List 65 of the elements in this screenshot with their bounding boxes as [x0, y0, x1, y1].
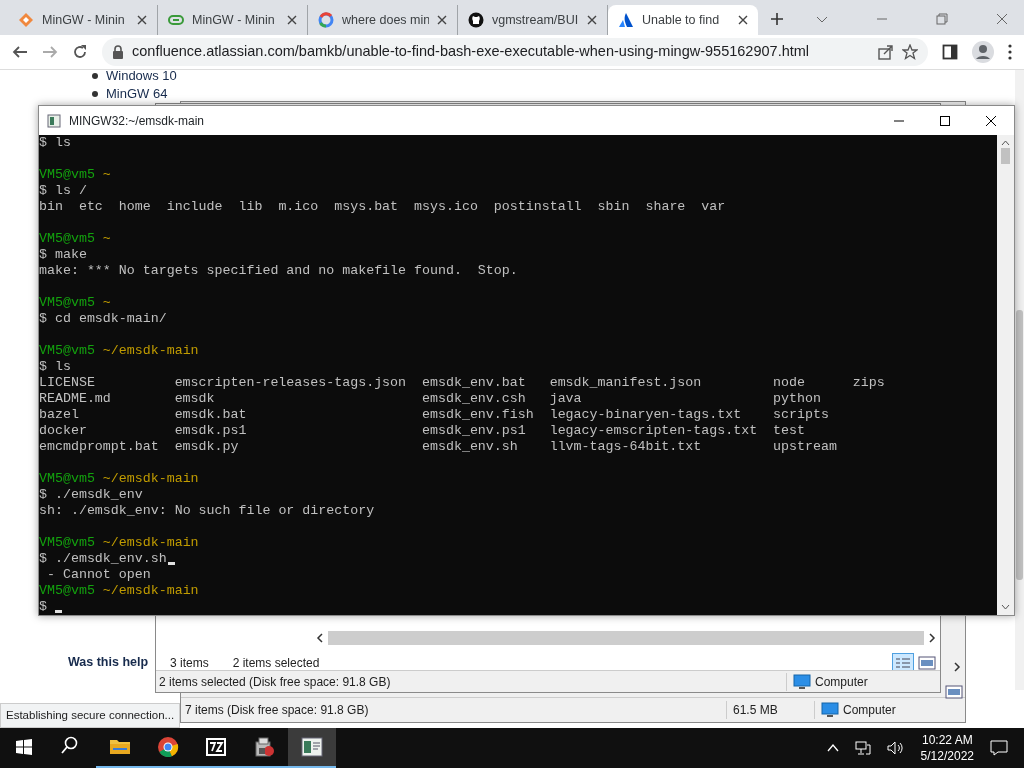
file-name: emsdk_env.sh [422, 439, 519, 455]
file-name: emsdk [174, 391, 216, 407]
status-text: 7 items (Disk free space: 91.8 GB) [184, 702, 370, 719]
command-text: $ cd emsdk-main/ [39, 311, 167, 327]
window-title: MINGW32:~/emsdk-main [69, 112, 205, 130]
prompt-text: VM5@vm5 ~ [39, 167, 111, 183]
file-name: bazel [39, 407, 80, 423]
prompt-text: VM5@vm5 ~ [39, 295, 111, 311]
file-name: README.md [39, 391, 112, 407]
file-name: llvm-tags-64bit.txt [549, 439, 703, 455]
command-text: $ [39, 599, 47, 615]
file-name: emsdk_env.fish [422, 407, 535, 423]
location-text: Computer [843, 702, 896, 719]
file-name: emsdk_env.csh [422, 391, 527, 407]
file-name: emsdk.bat [174, 407, 248, 423]
file-name: node [773, 375, 806, 391]
command-text: $ ./emsdk_env [39, 487, 143, 503]
url-text: confluence.atlassian.com/bamkb/unable-to-find-bash-exe-executable-when-using-mingw-955162907.html [132, 42, 810, 62]
list-item-text: MinGW 64 [106, 86, 168, 101]
file-name: upstream [773, 439, 838, 455]
output-text: make: *** No targets specified and no makefile found. Stop. [39, 263, 518, 279]
file-name: test [773, 423, 806, 439]
file-name: emsdk_env.bat [422, 375, 527, 391]
feedback-question: Was this help [68, 654, 149, 671]
file-name: scripts [773, 407, 830, 423]
command-text: $ ls / [39, 183, 87, 199]
browser-tab[interactable]: Unable to find [608, 5, 758, 35]
command-text: $ ls [39, 135, 71, 151]
file-name: LICENSE [39, 375, 96, 391]
file-name: emsdk_manifest.json [549, 375, 703, 391]
browser-tab[interactable]: where does min [308, 5, 458, 35]
file-name: emcmdprompt.bat [39, 439, 160, 455]
prompt-text: VM5@vm5 ~/emsdk-main [39, 343, 199, 359]
clock[interactable]: 10:22 AM 5/12/2022 [920, 732, 974, 764]
file-name: emsdk_env.ps1 [422, 423, 527, 439]
browser-tab[interactable]: MinGW - Minin [8, 5, 158, 35]
size-text: 61.5 MB [726, 701, 814, 719]
browser-tab[interactable]: vgmstream/BUI [458, 5, 608, 35]
file-name: java [549, 391, 583, 407]
location-text: Computer [815, 673, 868, 691]
browser-tab[interactable]: MinGW - Minin [158, 5, 308, 35]
list-item-text: Windows 10 [106, 70, 177, 83]
command-text: $ ls [39, 359, 71, 375]
prompt-text: VM5@vm5 ~/emsdk-main [39, 535, 199, 551]
prompt-text: VM5@vm5 ~/emsdk-main [39, 583, 199, 599]
output-text: sh: ./emsdk_env: No such file or directory [39, 503, 375, 519]
file-name: python [773, 391, 822, 407]
address-bar[interactable]: confluence.atlassian.com/bamkb/unable-to-find-bash-exe-executable-when-using-mingw-955162907.html [102, 38, 928, 66]
file-name: legacy-emscripten-tags.txt [549, 423, 759, 439]
item-count: 3 items [170, 655, 209, 672]
file-name: zips [852, 375, 885, 391]
prompt-text: VM5@vm5 ~ [39, 231, 111, 247]
status-text: 2 items selected (Disk free space: 91.8 GB) [158, 673, 392, 691]
output-text: bin etc home include lib m.ico msys.bat msys.ico postinstall sbin share var [39, 199, 726, 215]
file-name: emsdk.py [174, 439, 240, 455]
file-name: emscripten-releases-tags.json [174, 375, 408, 391]
selection-count: 2 items selected [232, 655, 320, 672]
output-text: - Cannot open [45, 567, 151, 583]
prompt-text: VM5@vm5 ~/emsdk-main [39, 471, 199, 487]
command-text: $ ./emsdk_env.sh [39, 551, 167, 567]
file-name: emsdk.ps1 [174, 423, 248, 439]
command-text: $ make [39, 247, 87, 263]
file-name: docker [39, 423, 88, 439]
status-message: Establishing secure connection... [0, 702, 180, 728]
file-name: legacy-binaryen-tags.txt [549, 407, 743, 423]
